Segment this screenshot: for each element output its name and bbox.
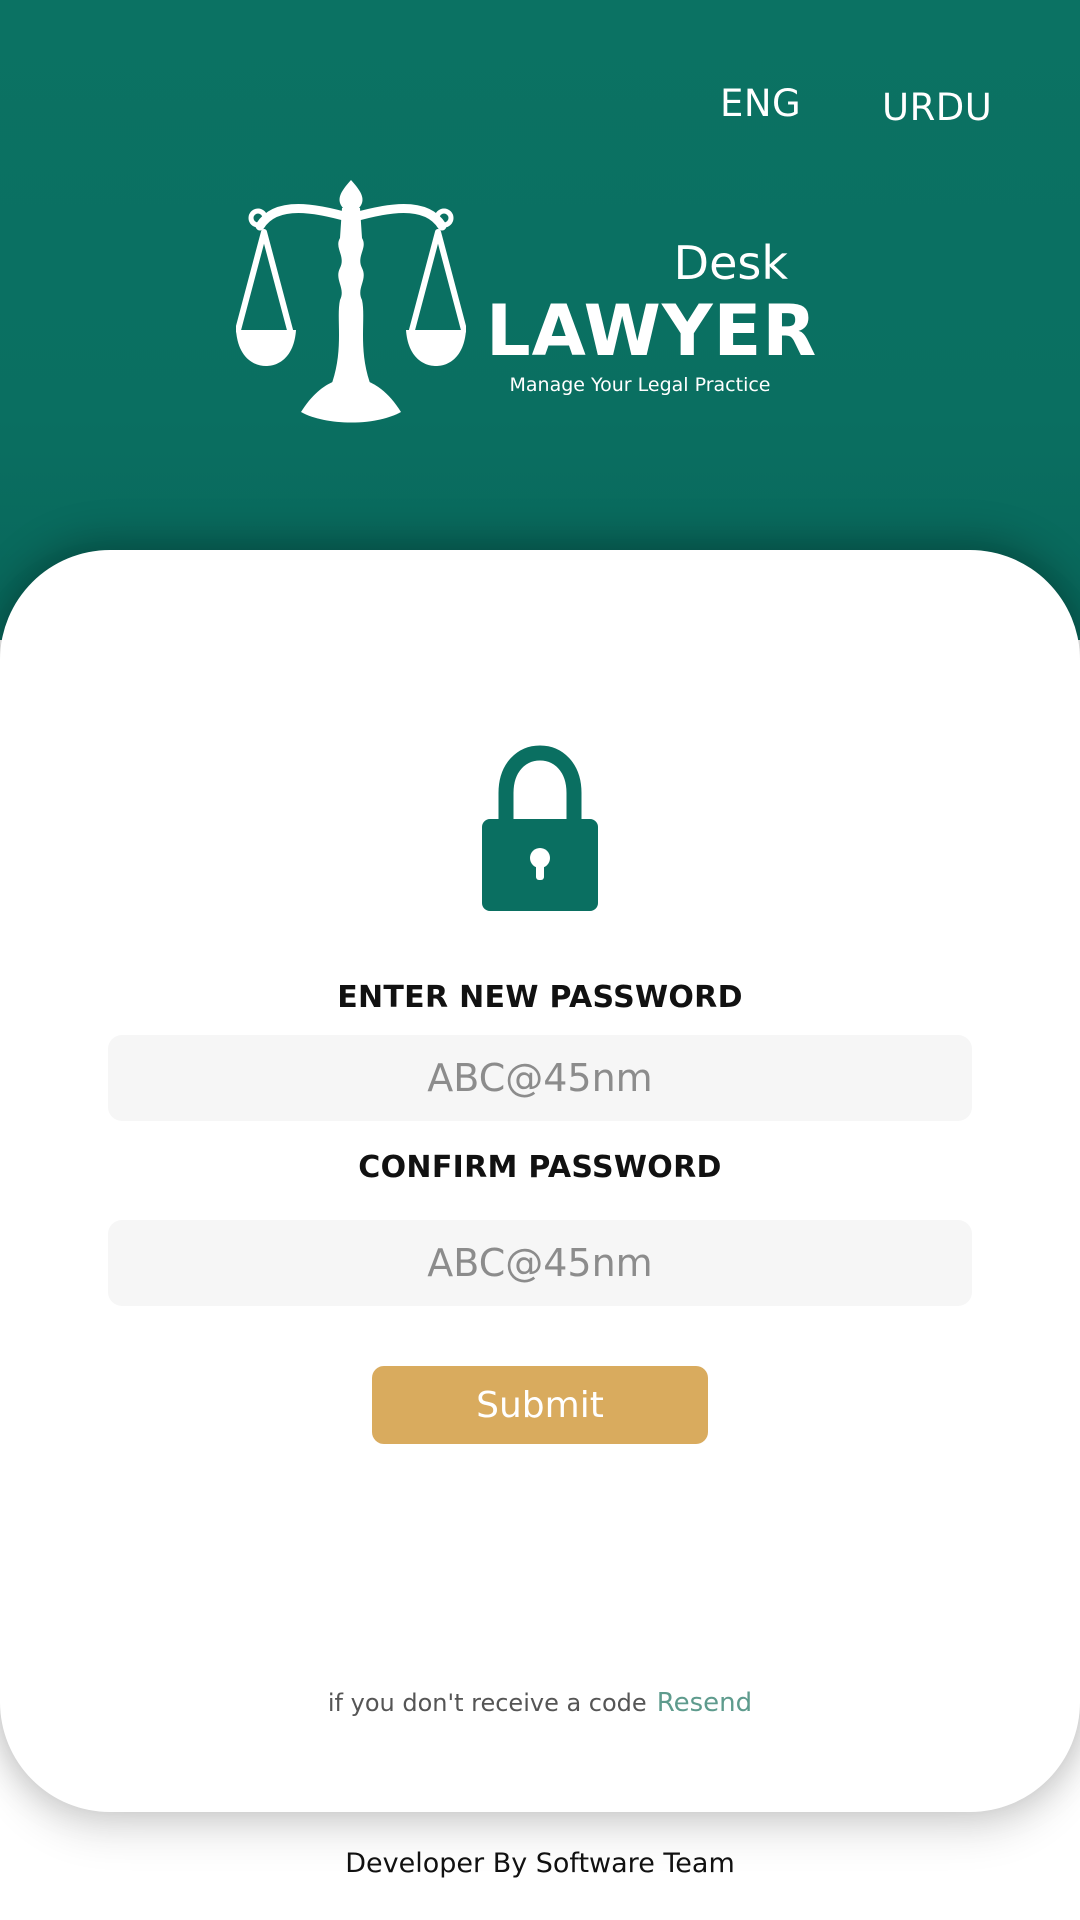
confirm-password-label: CONFIRM PASSWORD (358, 1150, 722, 1185)
confirm-password-input[interactable] (108, 1220, 972, 1306)
language-urdu-option[interactable]: URDU (882, 86, 992, 129)
new-password-input[interactable] (108, 1035, 972, 1121)
resend-prompt-text: if you don't receive a code (327, 1689, 647, 1717)
reset-password-card: ENTER NEW PASSWORD CONFIRM PASSWORD Subm… (0, 550, 1080, 1812)
reset-password-screen: ENG URDU Desk LAWYER Manage Your Legal P… (0, 0, 1080, 1920)
footer-credit: Developer By Software Team (345, 1848, 735, 1879)
submit-button[interactable]: Submit (372, 1366, 708, 1444)
header: ENG URDU Desk LAWYER Manage Your Legal P… (0, 0, 1080, 640)
language-english-option[interactable]: ENG (720, 82, 801, 125)
lock-icon (482, 745, 598, 911)
logo-desk-text: Desk (673, 236, 788, 290)
resend-row: if you don't receive a code Resend (0, 1688, 1080, 1718)
logo-lawyer-text: LAWYER (486, 290, 818, 372)
logo-tagline: Manage Your Legal Practice (509, 374, 771, 396)
scales-of-justice-icon (235, 178, 467, 428)
resend-link[interactable]: Resend (657, 1688, 752, 1718)
new-password-label: ENTER NEW PASSWORD (337, 980, 743, 1015)
